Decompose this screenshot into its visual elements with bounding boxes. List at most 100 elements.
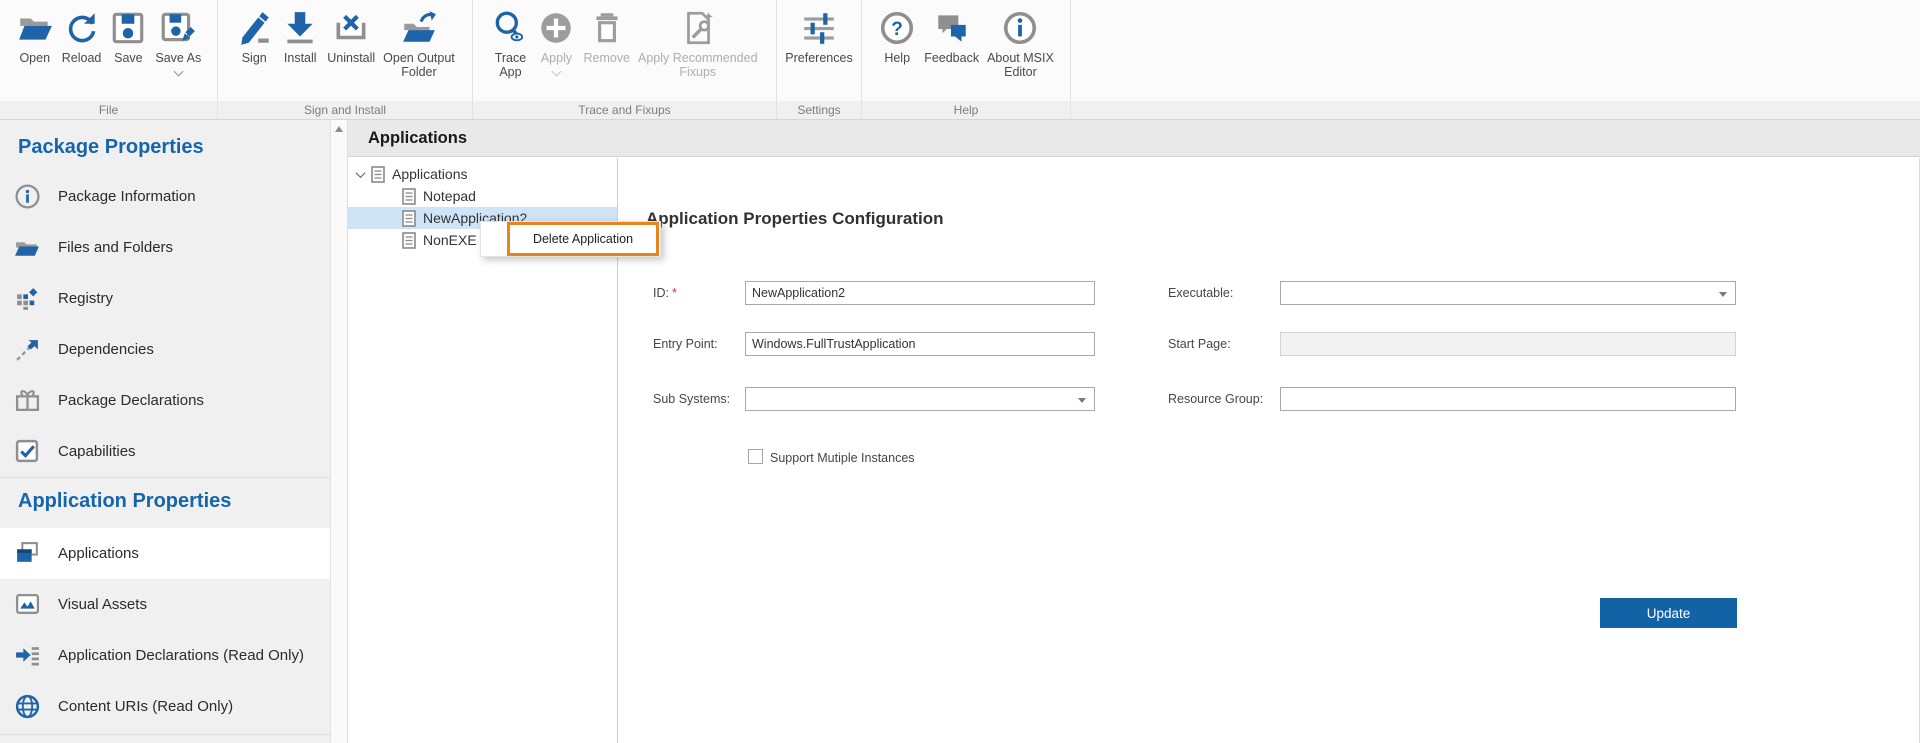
button-label: Save As (155, 51, 202, 65)
open-button[interactable]: Open (12, 5, 58, 65)
feedback-button[interactable]: Feedback (920, 5, 983, 65)
fixups-document-icon (679, 5, 717, 51)
app-node-icon (402, 231, 416, 249)
applications-icon (14, 540, 41, 567)
help-button[interactable]: ? Help (874, 5, 920, 65)
entry-point-label: Entry Point: (653, 337, 718, 351)
ribbon-toolbar: Open Reload Save Save As File Sign Insta… (0, 0, 1920, 120)
application-properties-heading: Application Properties (18, 490, 232, 512)
help-question-icon: ? (878, 5, 916, 51)
remove-button[interactable]: Remove (579, 5, 634, 65)
applications-panel-header: Applications (348, 120, 1920, 157)
apply-recommended-fixups-button[interactable]: Apply Recommended Fixups (634, 5, 762, 79)
sidebar-scrollbar[interactable] (330, 120, 348, 743)
save-button[interactable]: Save (105, 5, 151, 65)
chevron-down-icon (173, 66, 184, 77)
resource-group-input[interactable] (1280, 387, 1736, 411)
svg-text:?: ? (891, 19, 903, 40)
sidebar-item-capabilities[interactable]: Capabilities (0, 426, 330, 477)
package-declarations-icon (14, 387, 41, 414)
sidebar-item-registry[interactable]: Registry (0, 273, 330, 324)
sidebar-item-application-declarations[interactable]: Application Declarations (Read Only) (0, 630, 330, 681)
button-label: Open Output (383, 51, 455, 65)
entry-point-input[interactable] (745, 332, 1095, 356)
executable-label: Executable: (1168, 286, 1234, 300)
button-label: Reload (61, 51, 102, 65)
about-msix-editor-button[interactable]: About MSIX Editor (983, 5, 1058, 79)
button-label-line2: Editor (1004, 65, 1037, 79)
button-label: Open (19, 51, 51, 65)
open-output-folder-icon (400, 5, 438, 51)
ribbon-group-trace-fixups: Trace App Apply Remove Apply Recommended… (473, 0, 777, 119)
support-multiple-instances-checkbox[interactable] (748, 449, 763, 464)
button-label: Trace (494, 51, 527, 65)
preferences-sliders-icon (800, 5, 838, 51)
ribbon-group-settings: Preferences Settings (777, 0, 862, 119)
install-arrow-icon (281, 5, 319, 51)
sidebar-divider (0, 477, 330, 478)
button-label: Remove (583, 51, 631, 65)
sidebar-item-applications[interactable]: Applications (0, 528, 330, 579)
dropdown-arrow-icon (1078, 398, 1086, 403)
trace-app-icon (491, 5, 529, 51)
msix-editor-window: Open Reload Save Save As File Sign Insta… (0, 0, 1920, 743)
sidebar-item-label: Visual Assets (58, 596, 147, 613)
sub-systems-dropdown[interactable] (745, 387, 1095, 411)
reload-button[interactable]: Reload (58, 5, 106, 65)
package-information-icon (14, 183, 41, 210)
registry-icon (14, 285, 41, 312)
sidebar-item-label: Files and Folders (58, 239, 174, 256)
resource-group-label: Resource Group: (1168, 392, 1264, 406)
button-label-line2: App (499, 65, 522, 79)
sign-pencil-icon (235, 5, 273, 51)
tree-node-notepad[interactable]: Notepad (348, 185, 617, 207)
executable-dropdown[interactable] (1280, 281, 1736, 305)
sidebar-item-visual-assets[interactable]: Visual Assets (0, 579, 330, 630)
install-button[interactable]: Install (277, 5, 323, 65)
id-input[interactable] (745, 281, 1095, 305)
apply-button[interactable]: Apply (533, 5, 579, 77)
package-properties-heading: Package Properties (18, 136, 204, 158)
open-output-folder-button[interactable]: Open Output Folder (379, 5, 459, 79)
trash-icon (588, 5, 626, 51)
form-heading: Application Properties Configuration (646, 209, 944, 228)
id-label: ID: * (653, 286, 677, 300)
sign-button[interactable]: Sign (231, 5, 277, 65)
tree-node-applications-root[interactable]: Applications (348, 163, 617, 185)
sidebar-item-content-uris[interactable]: Content URIs (Read Only) (0, 681, 330, 732)
sidebar-item-package-declarations[interactable]: Package Declarations (0, 375, 330, 426)
app-node-icon (402, 209, 416, 227)
sidebar-item-package-information[interactable]: Package Information (0, 171, 330, 222)
trace-app-button[interactable]: Trace App (487, 5, 533, 79)
save-as-icon (159, 5, 197, 51)
tree-node-label[interactable]: Notepad (423, 188, 476, 204)
update-button[interactable]: Update (1600, 598, 1737, 628)
ribbon-group-label: Sign and Install (303, 103, 387, 117)
sidebar-item-files-and-folders[interactable]: Files and Folders (0, 222, 330, 273)
apply-plus-icon (537, 5, 575, 51)
uninstall-button[interactable]: Uninstall (323, 5, 379, 65)
chevron-down-icon[interactable] (355, 167, 366, 178)
tree-node-label[interactable]: Applications (392, 166, 468, 182)
start-page-input (1280, 332, 1736, 356)
ribbon-group-sign-install: Sign Install Uninstall Open Output Folde… (218, 0, 473, 119)
sidebar-item-label: Content URIs (Read Only) (58, 698, 234, 715)
scrollbar-up-arrow-icon[interactable] (335, 126, 343, 132)
delete-application-menu-item[interactable]: Delete Application (507, 222, 659, 256)
feedback-bubbles-icon (933, 5, 971, 51)
chevron-down-icon (551, 66, 562, 77)
sidebar-item-dependencies[interactable]: Dependencies (0, 324, 330, 375)
app-node-icon (402, 187, 416, 205)
save-as-button[interactable]: Save As (151, 5, 205, 77)
ribbon-group-help: ? Help Feedback About MSIX Editor Help (862, 0, 1071, 119)
preferences-button[interactable]: Preferences (781, 5, 856, 65)
button-label: About MSIX (987, 51, 1054, 65)
tree-node-label[interactable]: NonEXE (423, 232, 477, 248)
sidebar-item-label: Application Declarations (Read Only) (58, 647, 304, 664)
button-label: Uninstall (327, 51, 376, 65)
sidebar-item-label: Applications (58, 545, 139, 562)
save-icon (109, 5, 147, 51)
sidebar-item-label: Package Information (58, 188, 196, 205)
navigation-sidebar: Package Properties Package Information F… (0, 120, 330, 743)
button-label: Apply (540, 51, 573, 65)
